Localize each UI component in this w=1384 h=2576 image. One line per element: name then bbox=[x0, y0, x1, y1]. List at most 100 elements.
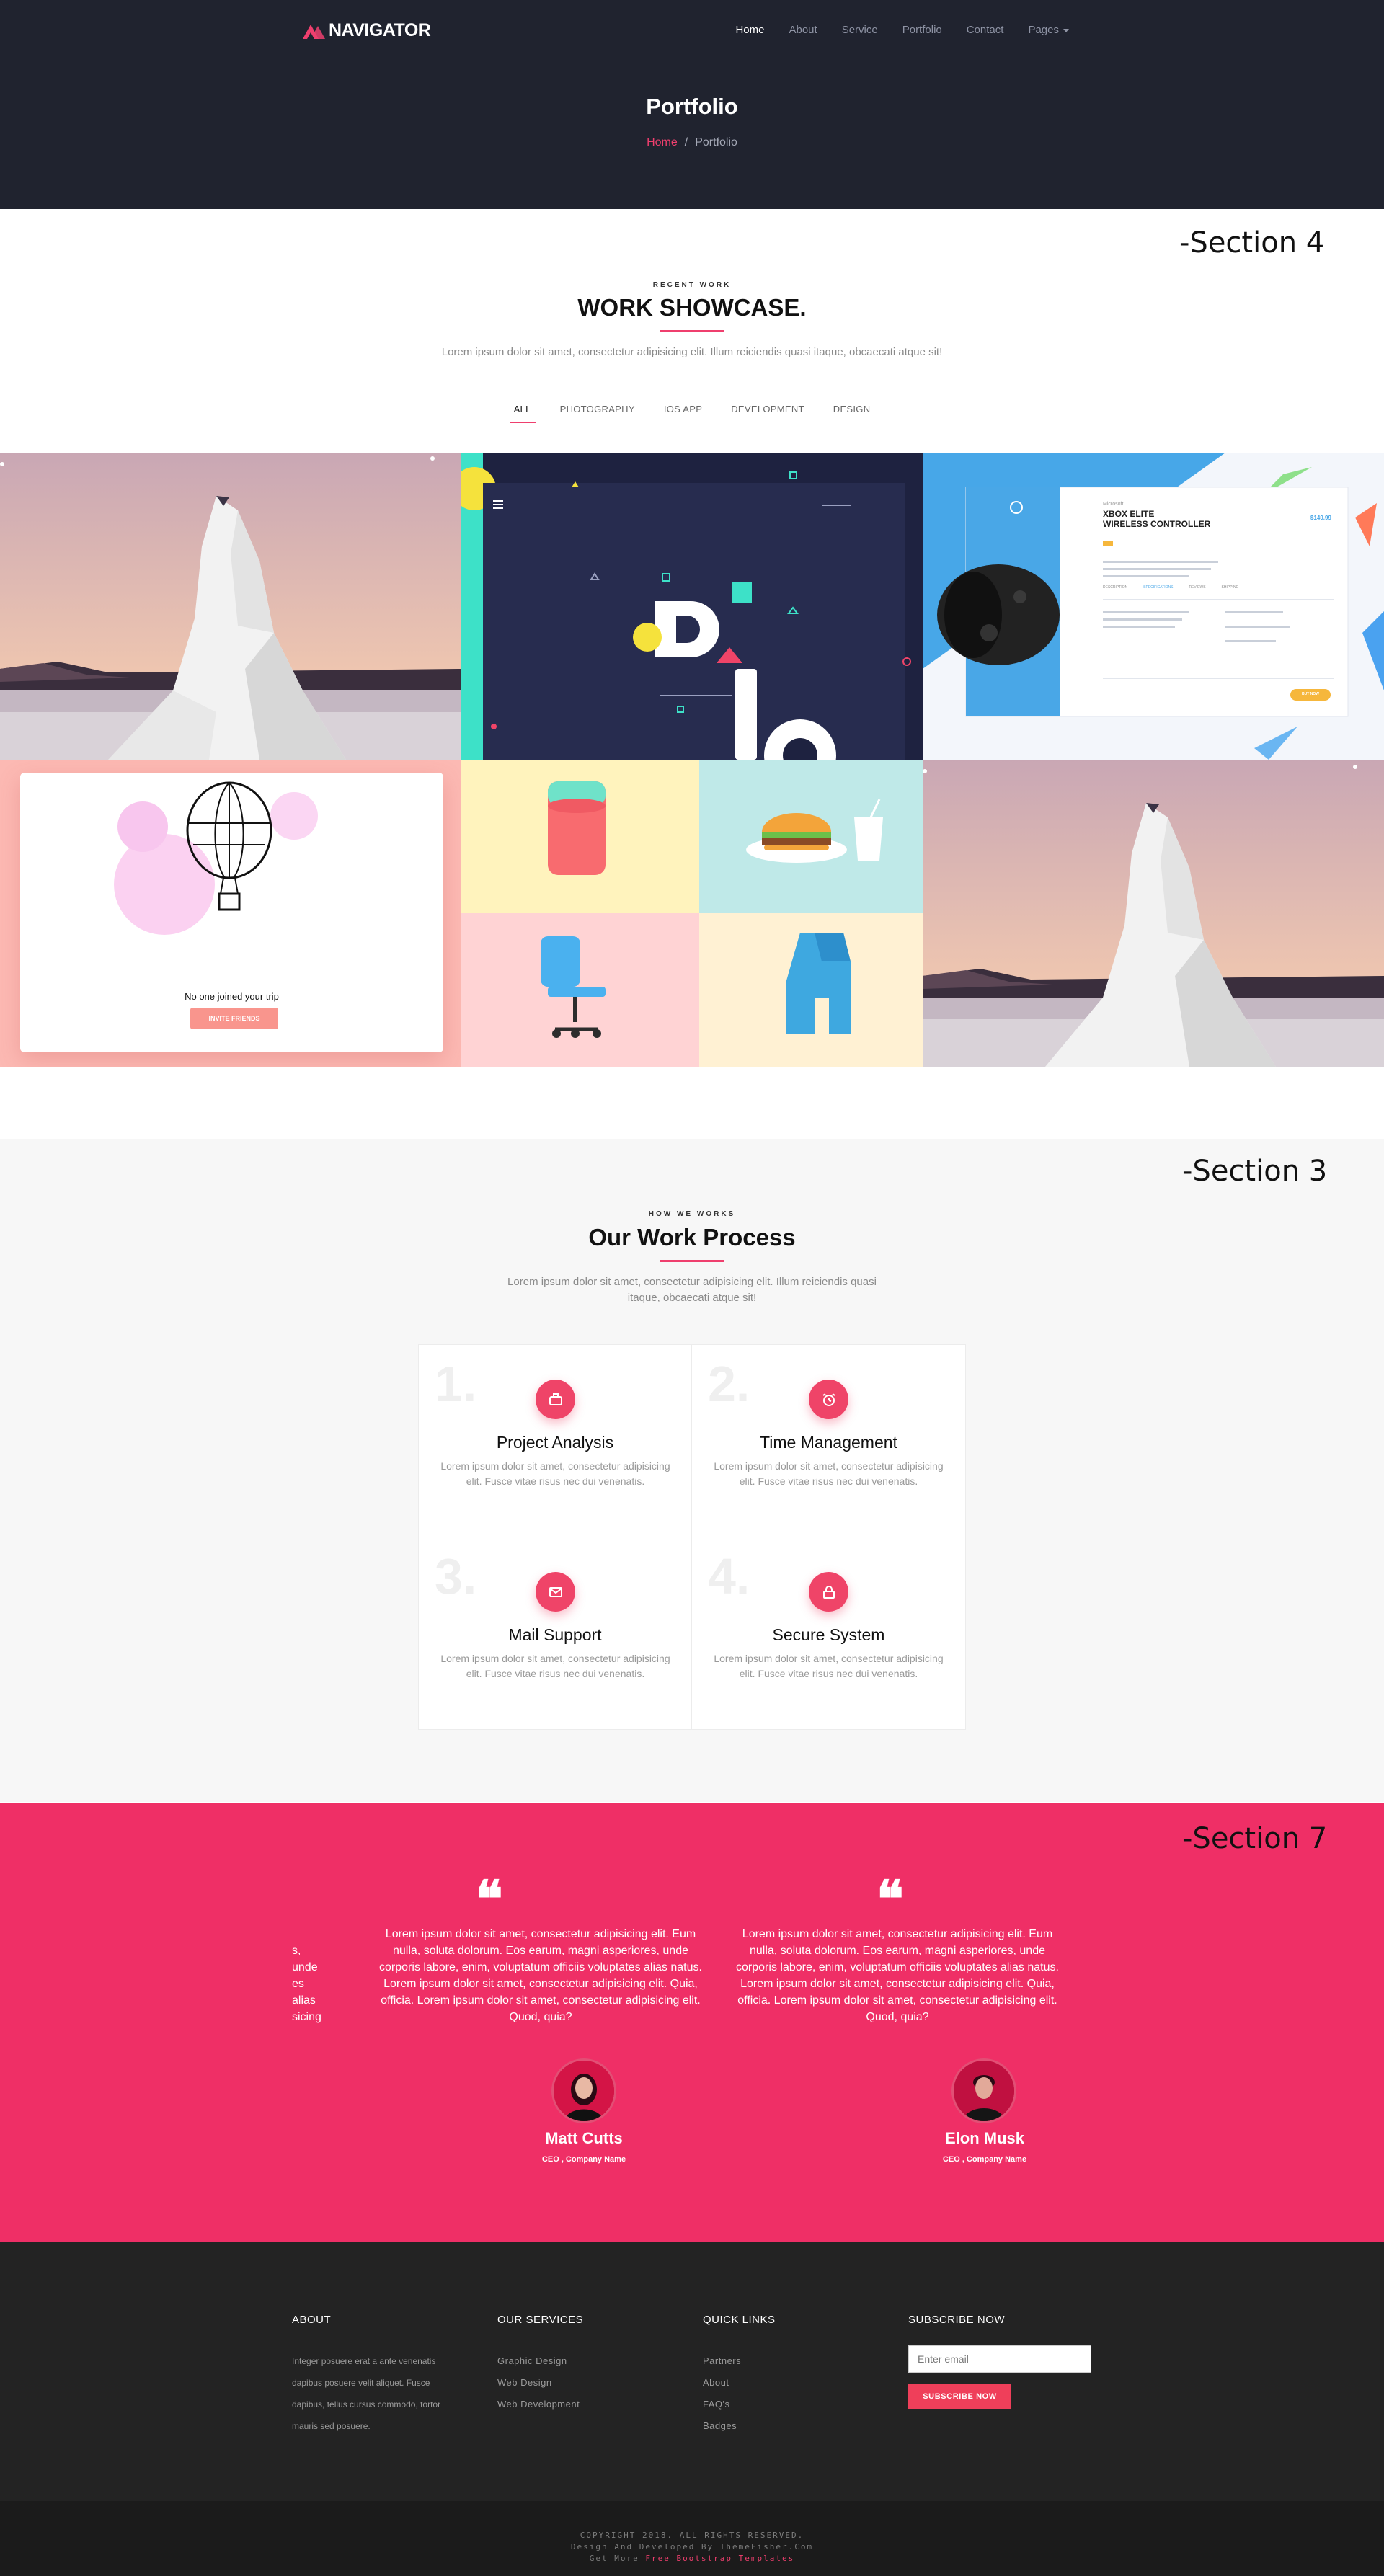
testimonial-2-role: CEO , Company Name bbox=[942, 2155, 1027, 2164]
more-prefix: Get More bbox=[589, 2554, 639, 2563]
card-product-title: XBOX ELITE WIRELESS CONTROLLER bbox=[1103, 509, 1210, 529]
testimonial-1-role: CEO , Company Name bbox=[541, 2155, 626, 2164]
navbar: NAVIGATOR Home About Service Portfolio C… bbox=[303, 17, 1081, 43]
card-tab-reviews[interactable]: REVIEWS bbox=[1189, 585, 1205, 590]
portfolio-item-trip-app[interactable]: No one joined your trip INVITE FRIENDS bbox=[0, 760, 461, 1067]
free-templates-link[interactable]: Free Bootstrap Templates bbox=[645, 2554, 794, 2563]
footer-link-partners[interactable]: Partners bbox=[703, 2350, 883, 2372]
step-number: 4. bbox=[708, 1548, 750, 1604]
step-title: Project Analysis bbox=[496, 1433, 614, 1452]
process-steps: 1. Project Analysis Lorem ipsum dolor si… bbox=[418, 1344, 966, 1730]
visual-language-illustration bbox=[461, 453, 923, 760]
brand-logo[interactable]: NAVIGATOR bbox=[303, 20, 431, 41]
portfolio-item-polar-bear-2[interactable] bbox=[923, 760, 1384, 1067]
card-brand: Microsoft bbox=[1103, 502, 1124, 507]
card-product-line-2: WIRELESS CONTROLLER bbox=[1103, 519, 1211, 529]
showcase-kicker: RECENT WORK bbox=[652, 281, 732, 289]
footer bbox=[0, 2242, 1384, 2501]
filter-photography[interactable]: PHOTOGRAPHY bbox=[556, 401, 639, 423]
filter-ios-app[interactable]: IOS APP bbox=[660, 401, 706, 423]
section-label-4: -Section 4 bbox=[1179, 226, 1325, 259]
caret-down-icon bbox=[1063, 28, 1069, 32]
process-kicker: HOW WE WORKS bbox=[648, 1210, 736, 1218]
footer-about: ABOUT Integer posuere erat a ante venena… bbox=[292, 2314, 458, 2437]
nav-item-pages-dropdown[interactable]: Pages bbox=[1016, 22, 1081, 39]
footer-services-title: OUR SERVICES bbox=[497, 2314, 584, 2326]
step-description: Lorem ipsum dolor sit amet, consectetur … bbox=[440, 1460, 670, 1487]
subscribe-email-input[interactable] bbox=[908, 2345, 1091, 2373]
polar-bear-illustration bbox=[0, 453, 461, 760]
copyright-text: COPYRIGHT 2018. ALL RIGHTS RESERVED. bbox=[580, 2531, 804, 2540]
testimonial-2-text-clip: Lorem ipsum dolor sit amet, consectetur … bbox=[735, 1926, 1091, 2027]
portfolio-item-xbox-controller[interactable]: Microsoft XBOX ELITE WIRELESS CONTROLLER… bbox=[923, 453, 1384, 760]
step-number: 3. bbox=[435, 1548, 477, 1604]
card-tab-description[interactable]: DESCRIPTION bbox=[1103, 585, 1127, 590]
nav-item-service[interactable]: Service bbox=[830, 22, 890, 39]
testimonial-peek-left: s, unde es alias sicing elit. ctetur bbox=[292, 1926, 328, 2027]
testimonial-2-name: Elon Musk bbox=[944, 2129, 1024, 2147]
card-price: $149.99 bbox=[1310, 515, 1331, 521]
nav-item-home[interactable]: Home bbox=[723, 22, 776, 39]
invite-friends-button[interactable]: INVITE FRIENDS bbox=[190, 1008, 278, 1029]
breadcrumb-separator: / bbox=[684, 136, 688, 148]
brand-name: NAVIGATOR bbox=[329, 20, 431, 40]
step-description: Lorem ipsum dolor sit amet, consectetur … bbox=[714, 1460, 944, 1487]
nav-item-about[interactable]: About bbox=[776, 22, 829, 39]
showcase-title: WORK SHOWCASE. bbox=[577, 294, 807, 321]
footer-link-about[interactable]: About bbox=[703, 2372, 883, 2394]
footer-link-badges[interactable]: Badges bbox=[703, 2415, 883, 2437]
avatar-elon-musk bbox=[952, 2058, 1016, 2123]
footer-quick-links: QUICK LINKS Partners About FAQ's Badges bbox=[703, 2314, 883, 2437]
testimonial-1-quote: Lorem ipsum dolor sit amet, consectetur … bbox=[379, 1928, 702, 2023]
more-templates-line: Get More Free Bootstrap Templates bbox=[0, 2553, 1384, 2564]
trip-caption: No one joined your trip bbox=[185, 991, 279, 1002]
process-step-2: 2. Time Management Lorem ipsum dolor sit… bbox=[692, 1345, 965, 1537]
step-title: Secure System bbox=[772, 1625, 885, 1644]
subscribe-button[interactable]: SUBSCRIBE NOW bbox=[908, 2384, 1011, 2409]
filter-development[interactable]: DEVELOPMENT bbox=[727, 401, 809, 423]
briefcase-icon bbox=[536, 1380, 575, 1419]
footer-about-title: ABOUT bbox=[292, 2314, 332, 2326]
footer-services: OUR SERVICES Graphic Design Web Design W… bbox=[497, 2314, 678, 2415]
section-label-3: -Section 3 bbox=[1182, 1155, 1328, 1188]
portfolio-item-visual-language[interactable] bbox=[461, 453, 923, 760]
nav-item-portfolio[interactable]: Portfolio bbox=[890, 22, 954, 39]
step-description: Lorem ipsum dolor sit amet, consectetur … bbox=[714, 1653, 944, 1679]
portfolio-item-objects[interactable] bbox=[461, 760, 923, 1067]
portfolio-item-polar-bear[interactable] bbox=[0, 453, 461, 760]
filter-all[interactable]: ALL bbox=[509, 401, 536, 423]
polar-bear-illustration-2 bbox=[923, 760, 1384, 1067]
step-number: 1. bbox=[435, 1356, 477, 1412]
title-underline bbox=[660, 330, 724, 332]
process-lead: Lorem ipsum dolor sit amet, consectetur … bbox=[507, 1276, 877, 1304]
process-step-3: 3. Mail Support Lorem ipsum dolor sit am… bbox=[419, 1537, 692, 1730]
lock-icon bbox=[809, 1572, 848, 1612]
avatar-matt-cutts bbox=[551, 2058, 616, 2123]
process-step-4: 4. Secure System Lorem ipsum dolor sit a… bbox=[692, 1537, 965, 1730]
filter-design[interactable]: DESIGN bbox=[829, 401, 875, 423]
card-buy-button[interactable]: BUY NOW bbox=[1290, 692, 1331, 696]
breadcrumb-home-link[interactable]: Home bbox=[647, 136, 678, 148]
step-number: 2. bbox=[708, 1356, 750, 1412]
main-menu: Home About Service Portfolio Contact Pag… bbox=[723, 22, 1081, 39]
footer-link-web-design[interactable]: Web Design bbox=[497, 2372, 678, 2394]
step-title: Time Management bbox=[760, 1433, 897, 1452]
portfolio-grid: Microsoft XBOX ELITE WIRELESS CONTROLLER… bbox=[0, 453, 1384, 1067]
objects-illustration bbox=[461, 760, 923, 1067]
card-tab-shipping[interactable]: SHIPPING bbox=[1222, 585, 1239, 590]
footer-about-text: Integer posuere erat a ante venenatis da… bbox=[292, 2356, 441, 2431]
process-title: Our Work Process bbox=[588, 1224, 796, 1251]
footer-link-web-development[interactable]: Web Development bbox=[497, 2394, 678, 2415]
card-tab-specifications[interactable]: SPECIFICATIONS bbox=[1143, 585, 1173, 590]
quote-icon: ❝ bbox=[476, 1869, 503, 1929]
card-tabs: DESCRIPTION SPECIFICATIONS REVIEWS SHIPP… bbox=[1103, 585, 1238, 590]
footer-link-faqs[interactable]: FAQ's bbox=[703, 2394, 883, 2415]
card-product-line-1: XBOX ELITE bbox=[1103, 509, 1155, 519]
credit-text: Design And Developed By ThemeFisher.Com bbox=[570, 2542, 814, 2551]
portfolio-filters: ALL PHOTOGRAPHY IOS APP DEVELOPMENT DESI… bbox=[0, 401, 1384, 423]
testimonial-2-quote: Lorem ipsum dolor sit amet, consectetur … bbox=[736, 1928, 1059, 2023]
nav-item-contact[interactable]: Contact bbox=[954, 22, 1016, 39]
footer-link-graphic-design[interactable]: Graphic Design bbox=[497, 2350, 678, 2372]
trip-card: No one joined your trip INVITE FRIENDS bbox=[20, 773, 443, 1052]
copyright-block: COPYRIGHT 2018. ALL RIGHTS RESERVED. Des… bbox=[0, 2530, 1384, 2564]
